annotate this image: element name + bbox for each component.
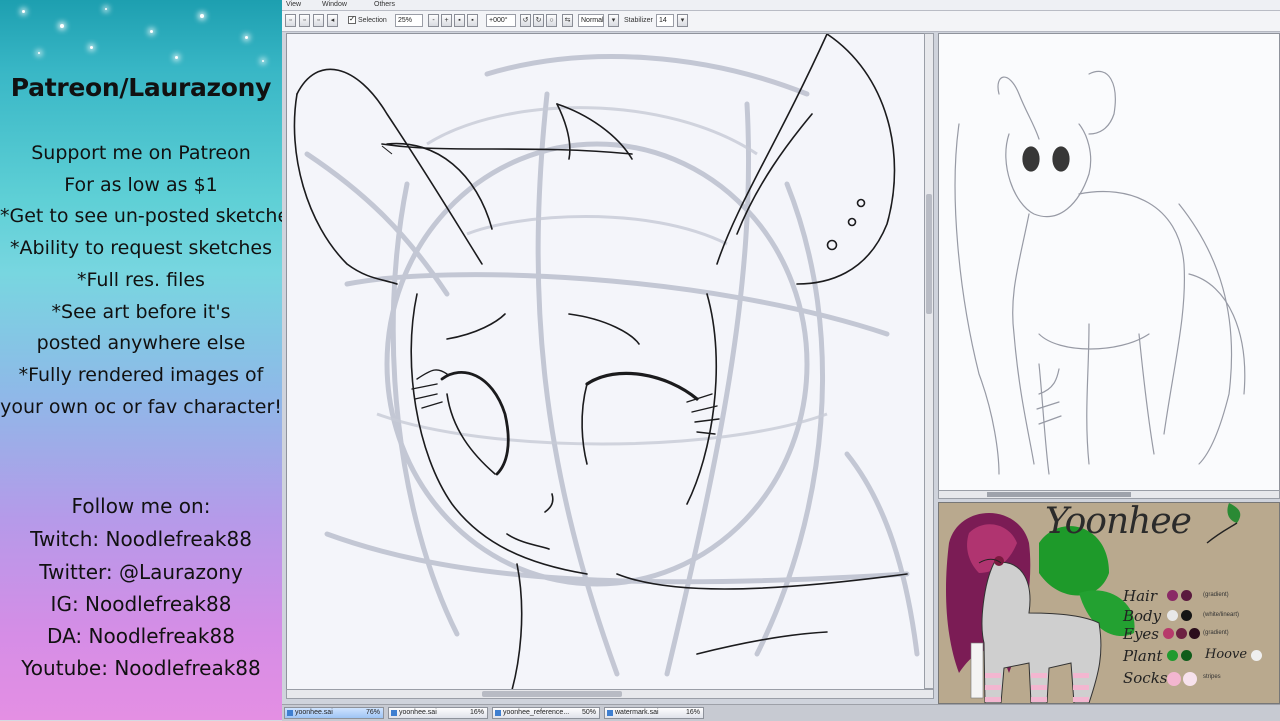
menu-window[interactable]: Window	[322, 0, 347, 10]
document-tabs-bar: yoonhee.sai 76% yoonhee.sai 16% yoonhee_…	[282, 704, 1280, 721]
document-icon	[287, 710, 293, 716]
social-link: Twitter: @Laurazony	[39, 560, 243, 584]
rotate-reset-icon[interactable]: ○	[546, 14, 557, 27]
promo-panel: Patreon/Laurazony Support me on Patreon …	[0, 0, 282, 720]
color-swatch	[1189, 628, 1200, 639]
undo-icon[interactable]: ◂	[327, 14, 338, 27]
color-swatch	[1251, 650, 1262, 661]
reference-canvas[interactable]	[938, 33, 1280, 491]
color-swatch	[1183, 672, 1197, 686]
document-tab[interactable]: watermark.sai 16%	[604, 707, 704, 719]
promo-benefit: *Full res. files	[77, 269, 205, 291]
document-tab[interactable]: yoonhee.sai 16%	[388, 707, 488, 719]
document-icon	[391, 710, 397, 716]
menu-bar: View Window Others	[282, 0, 1280, 11]
menu-view[interactable]: View	[286, 0, 301, 10]
main-canvas[interactable]	[286, 33, 926, 691]
legend-hair: Hair (gradient)	[1123, 587, 1229, 605]
toolbar: ▫ ▫ ▫ ◂ ✓ Selection 25% - + ▪ ▪ +000° ↺ …	[282, 11, 1280, 32]
document-icon	[607, 710, 613, 716]
blend-mode-select[interactable]: Normal	[578, 14, 604, 27]
legend-body: Body (white/lineart)	[1123, 607, 1240, 625]
color-swatch	[1163, 628, 1174, 639]
rotate-field[interactable]: +000°	[486, 14, 516, 27]
follow-title: Follow me on:	[71, 494, 211, 518]
social-link: Twitch: Noodlefreak88	[30, 527, 252, 551]
paint-app: View Window Others ▫ ▫ ▫ ◂ ✓ Selection 2…	[282, 0, 1280, 721]
zoom-out-icon[interactable]: -	[428, 14, 439, 27]
color-swatch	[1181, 590, 1192, 601]
promo-benefit: *Ability to request sketches	[10, 237, 272, 259]
character-name: Yoonhee	[1045, 502, 1192, 542]
color-swatch	[1167, 610, 1178, 621]
social-link: DA: Noodlefreak88	[47, 624, 235, 648]
scroll-thumb[interactable]	[987, 492, 1131, 497]
sketch-drawing	[293, 34, 920, 690]
color-swatch	[1167, 672, 1181, 686]
promo-benefit: *Fully rendered images of	[18, 364, 264, 386]
stabilizer-dropdown-icon[interactable]: ▾	[677, 14, 688, 27]
color-swatch	[1167, 590, 1178, 601]
full-body-sketch	[954, 70, 1246, 475]
rotate-left-icon[interactable]: ↺	[520, 14, 531, 27]
promo-benefit: *Get to see un-posted sketches	[0, 205, 282, 227]
selection-checkbox[interactable]: ✓	[348, 16, 356, 24]
stabilizer-select[interactable]: 14	[656, 14, 674, 27]
scroll-thumb[interactable]	[926, 194, 932, 314]
legend-socks: Socks stripes	[1123, 669, 1221, 687]
flip-icon[interactable]: ⇆	[562, 14, 573, 27]
social-link: IG: Noodlefreak88	[50, 592, 232, 616]
zoom-reset-icon[interactable]: ▪	[454, 14, 465, 27]
document-icon	[495, 710, 501, 716]
character-reference-sheet[interactable]: Yoonhee Hair (gradient) Body (white/line…	[938, 502, 1280, 704]
promo-benefit: your own oc or fav character!	[0, 396, 282, 418]
document-tab[interactable]: yoonhee_reference... 50%	[492, 707, 600, 719]
fit-icon[interactable]: ▪	[467, 14, 478, 27]
zoom-in-icon[interactable]: +	[441, 14, 452, 27]
color-swatch	[1167, 650, 1178, 661]
promo-benefit: For as low as $1	[64, 174, 218, 196]
legend-plant: Plant Hoove	[1123, 647, 1273, 665]
color-swatch	[1176, 628, 1187, 639]
reference-horizontal-scrollbar[interactable]	[938, 490, 1280, 499]
promo-benefit: *See art before it's	[51, 301, 231, 323]
rotate-right-icon[interactable]: ↻	[533, 14, 544, 27]
social-link: Youtube: Noodlefreak88	[21, 656, 261, 680]
canvas-horizontal-scrollbar[interactable]	[286, 689, 934, 699]
menu-others[interactable]: Others	[374, 0, 395, 10]
zoom-field[interactable]: 25%	[395, 14, 423, 27]
stabilizer-label: Stabilizer	[624, 17, 653, 24]
selection-label: Selection	[358, 17, 387, 24]
hoove-label: Hoove	[1205, 647, 1248, 662]
save-icon[interactable]: ▫	[313, 14, 324, 27]
promo-benefit: posted anywhere else	[36, 332, 246, 354]
scroll-thumb[interactable]	[482, 691, 622, 697]
color-swatch	[1181, 610, 1192, 621]
open-icon[interactable]: ▫	[299, 14, 310, 27]
promo-heading: Patreon/Laurazony	[10, 73, 272, 102]
color-swatch	[1181, 650, 1192, 661]
document-tab[interactable]: yoonhee.sai 76%	[284, 707, 384, 719]
promo-benefit: Support me on Patreon	[31, 142, 251, 164]
chevron-down-icon[interactable]: ▾	[608, 14, 619, 27]
new-icon[interactable]: ▫	[285, 14, 296, 27]
canvas-vertical-scrollbar[interactable]	[924, 33, 934, 689]
legend-eyes: Eyes (gradient)	[1123, 625, 1229, 643]
